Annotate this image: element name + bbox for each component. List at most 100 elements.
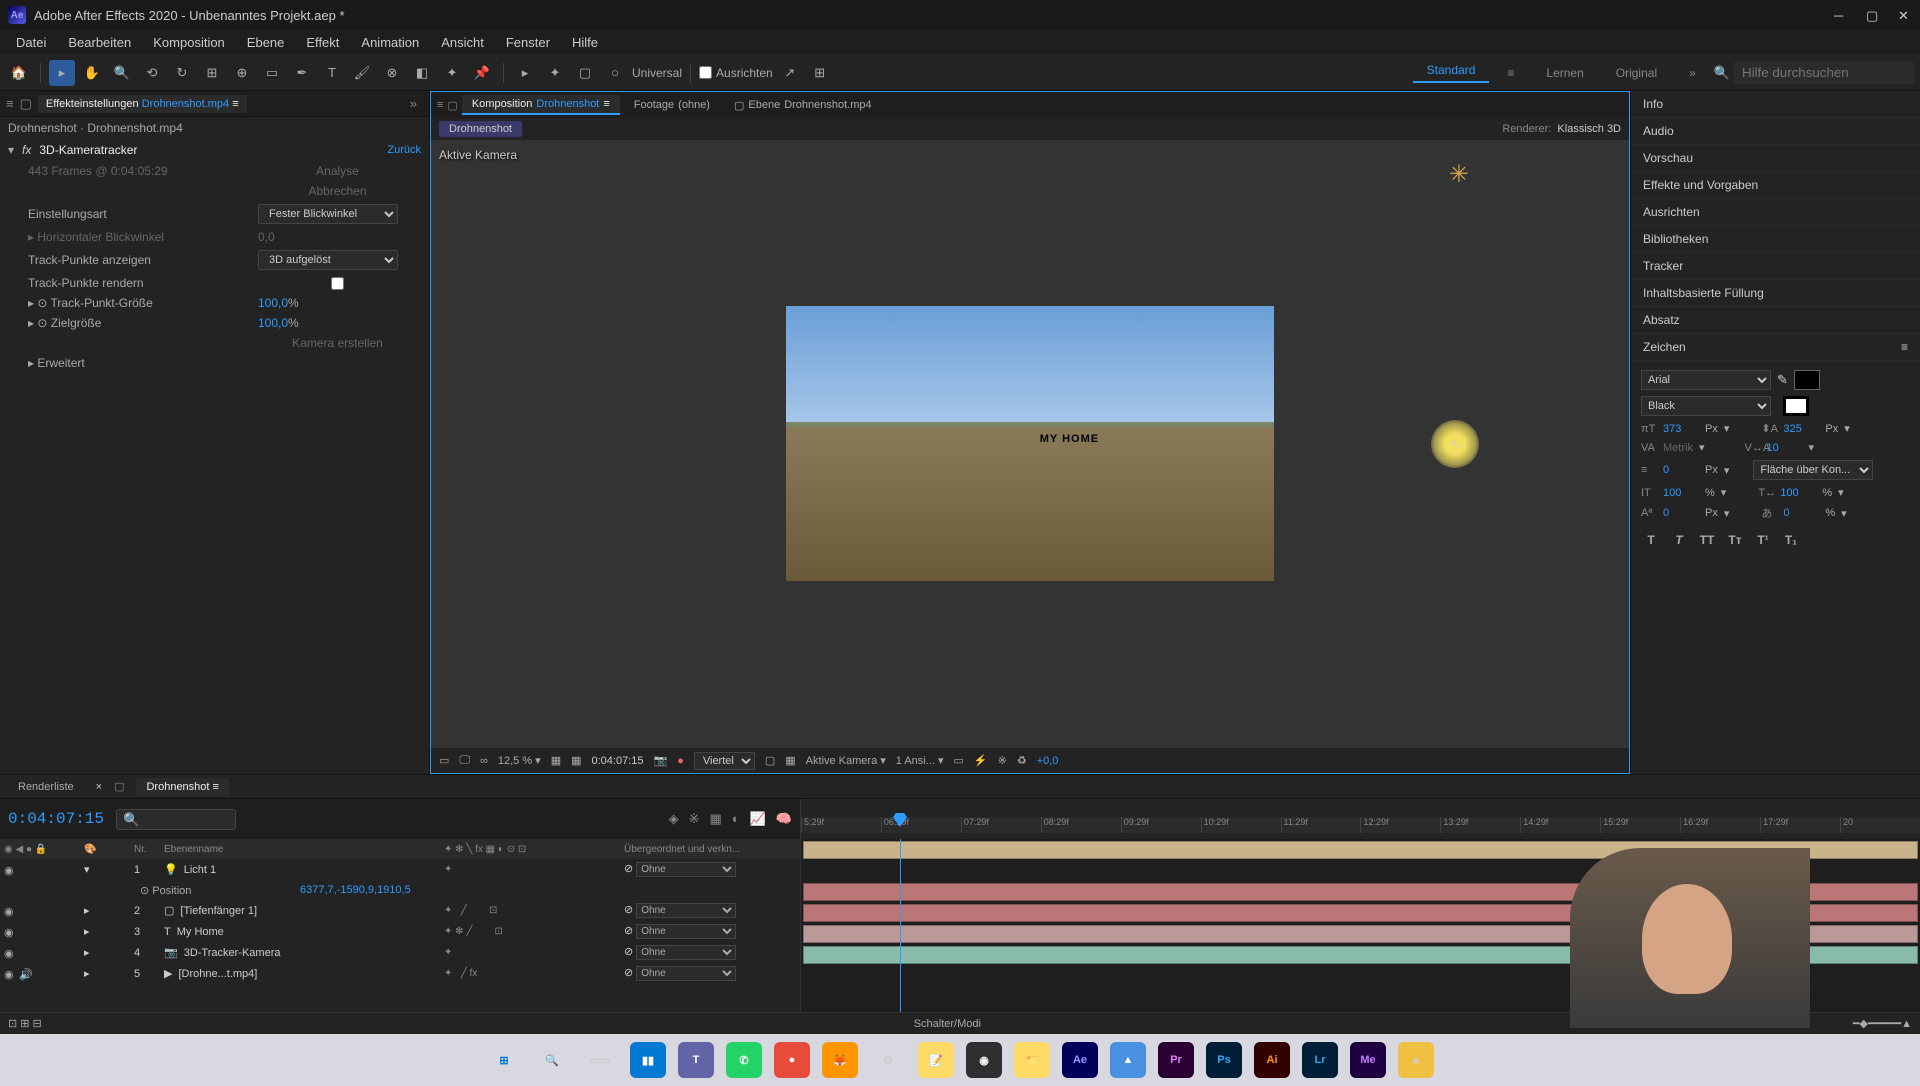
snap-options-icon[interactable]: ↗ (777, 60, 803, 86)
pixel-aspect-icon[interactable]: ▭ (954, 754, 964, 767)
menu-bearbeiten[interactable]: Bearbeiten (58, 33, 141, 52)
panel-audio[interactable]: Audio (1631, 118, 1920, 145)
tsume-value[interactable]: 0 (1783, 507, 1819, 519)
type-tool-icon[interactable]: T (319, 60, 345, 86)
tab-drohnenshot[interactable]: Drohnenshot ≡ (136, 778, 228, 796)
tab-square-icon[interactable]: ▢ (114, 780, 124, 793)
renderer-info[interactable]: Renderer: Klassisch 3D (1502, 123, 1621, 135)
einstellungsart-select[interactable]: Fester Blickwinkel (258, 204, 398, 224)
pen-tool-icon[interactable]: ✒ (289, 60, 315, 86)
layer-row[interactable]: ◉ ▸ 4 📷3D-Tracker-Kamera ✦ ⊘ Ohne (0, 942, 800, 963)
font-size-value[interactable]: 373 (1663, 423, 1699, 435)
whatsapp-icon[interactable]: ✆ (726, 1042, 762, 1078)
zoom-level[interactable]: 12,5 % ▾ (498, 754, 541, 767)
selection-tool-icon[interactable]: ▸ (49, 60, 75, 86)
views-count[interactable]: 1 Ansi... ▾ (896, 754, 944, 767)
menu-ansicht[interactable]: Ansicht (431, 33, 494, 52)
bold-button[interactable]: T (1641, 530, 1661, 550)
menu-komposition[interactable]: Komposition (143, 33, 235, 52)
firefox-icon[interactable]: 🦊 (822, 1042, 858, 1078)
parent-select[interactable]: Ohne (636, 924, 736, 939)
app-icon[interactable]: ▲ (1110, 1042, 1146, 1078)
layer-row[interactable]: ◉ ▸ 2 ▢[Tiefenfänger 1] ✦ ╱ ⊡ ⊘ Ohne (0, 900, 800, 921)
allcaps-button[interactable]: TT (1697, 530, 1717, 550)
layer-row[interactable]: ◉ ▸ 3 TMy Home ✦ ✻ ╱ ⊡ ⊘ Ohne (0, 921, 800, 942)
mask-icon[interactable]: ∞ (480, 755, 488, 767)
guides-icon[interactable]: ▦ (571, 754, 581, 767)
region-icon[interactable]: ▢ (765, 754, 775, 767)
menu-ebene[interactable]: Ebene (237, 33, 295, 52)
target-size-value[interactable]: 100,0 (258, 316, 288, 330)
eraser-tool-icon[interactable]: ◧ (409, 60, 435, 86)
toggle-switches-icon[interactable]: ⊡ ⊞ ⊟ (8, 1017, 42, 1030)
timeline-icon[interactable]: ※ (998, 754, 1007, 767)
teams-icon[interactable]: T (678, 1042, 714, 1078)
leading-value[interactable]: 325 (1783, 423, 1819, 435)
snapshot-icon[interactable]: 📷 (654, 754, 668, 767)
minimize-icon[interactable]: ─ (1834, 8, 1848, 22)
light-gizmo-icon[interactable]: ✳ (1449, 160, 1469, 189)
puppet-tool-icon[interactable]: 📌 (469, 60, 495, 86)
shy-icon[interactable]: ◈ (669, 811, 679, 827)
panel-menu-icon[interactable]: ≡ (1901, 340, 1908, 354)
tab-komposition[interactable]: Komposition Drohnenshot ≡ (462, 95, 620, 115)
smallcaps-button[interactable]: Tᴛ (1725, 530, 1745, 550)
clone-tool-icon[interactable]: ⊗ (379, 60, 405, 86)
app-icon[interactable]: 📝 (918, 1042, 954, 1078)
tab-ebene[interactable]: ▢ Ebene Drohnenshot.mp4 (724, 96, 882, 115)
eyedropper-icon[interactable]: ✎ (1777, 372, 1788, 388)
parent-select[interactable]: Ohne (636, 945, 736, 960)
mediaencoder-icon[interactable]: Me (1350, 1042, 1386, 1078)
point-size-value[interactable]: 100,0 (258, 296, 288, 310)
orbit-tool-icon[interactable]: ⟲ (139, 60, 165, 86)
font-style-select[interactable]: Black (1641, 396, 1771, 416)
app-icon[interactable]: ▲ (1398, 1042, 1434, 1078)
parent-select[interactable]: Ohne (636, 903, 736, 918)
reset-link[interactable]: Zurück (387, 144, 421, 156)
menu-hilfe[interactable]: Hilfe (562, 33, 608, 52)
tab-renderliste[interactable]: Renderliste (8, 778, 84, 796)
fx-enable-icon[interactable]: fx (22, 143, 31, 157)
panel-square-icon[interactable]: ▢ (20, 96, 32, 112)
explorer-icon[interactable]: 📁 (1014, 1042, 1050, 1078)
visibility-icon[interactable]: ◉ (4, 947, 16, 959)
layer-row[interactable]: ◉ ▾ 1 💡Licht 1 ✦ ⊘ Ohne (0, 859, 800, 880)
panel-chevron-icon[interactable]: ≡ (6, 96, 14, 111)
stroke-width-value[interactable]: 0 (1663, 464, 1699, 476)
taskview-icon[interactable]: ▭▭ (582, 1042, 618, 1078)
position-value[interactable]: 6377,7,-1590,9,1910,5 (300, 884, 800, 896)
erweitert-label[interactable]: ▸ Erweitert (28, 356, 258, 370)
composition-preview[interactable]: MY HOME (786, 306, 1274, 581)
channel-icon[interactable]: ● (677, 755, 684, 767)
visibility-icon[interactable]: ◉ (4, 926, 16, 938)
baseline-value[interactable]: 0 (1663, 507, 1699, 519)
panel-bibliotheken[interactable]: Bibliotheken (1631, 226, 1920, 253)
app-icon[interactable]: ⚙ (870, 1042, 906, 1078)
twisty-icon[interactable]: ▸ (84, 905, 90, 917)
stroke-type-select[interactable]: Fläche über Kon... (1753, 460, 1873, 480)
schalter-modi-button[interactable]: Schalter/Modi (914, 1018, 981, 1030)
home-icon[interactable]: 🏠 (6, 60, 32, 86)
photoshop-icon[interactable]: Ps (1206, 1042, 1242, 1078)
twisty-icon[interactable]: ▸ (84, 968, 90, 980)
visibility-icon[interactable]: ◉ (4, 968, 16, 980)
workspace-lernen[interactable]: Lernen (1532, 66, 1597, 80)
start-button[interactable]: ⊞ (486, 1042, 522, 1078)
graph-icon[interactable]: 📈 (750, 811, 766, 827)
show-points-select[interactable]: 3D aufgelöst (258, 250, 398, 270)
transparency-icon[interactable]: ▦ (785, 754, 795, 767)
monitor-icon[interactable]: 🖵 (459, 754, 470, 767)
superscript-button[interactable]: T¹ (1753, 530, 1773, 550)
hand-tool-icon[interactable]: ✋ (79, 60, 105, 86)
draft3d-icon[interactable]: ※ (689, 811, 700, 827)
subscript-button[interactable]: T₁ (1781, 530, 1801, 550)
timeline-ruler[interactable]: 5:29f 06:29f 07:29f 08:29f 09:29f 10:29f… (800, 799, 1920, 839)
visibility-icon[interactable]: ◉ (4, 905, 16, 917)
vscale-value[interactable]: 100 (1663, 487, 1699, 499)
parent-select[interactable]: Ohne (636, 862, 736, 877)
twisty-icon[interactable]: ▾ (84, 864, 90, 876)
panel-ausrichten[interactable]: Ausrichten (1631, 199, 1920, 226)
workspace-overflow-icon[interactable]: » (1675, 66, 1710, 80)
panel-tracker[interactable]: Tracker (1631, 253, 1920, 280)
menu-animation[interactable]: Animation (351, 33, 429, 52)
